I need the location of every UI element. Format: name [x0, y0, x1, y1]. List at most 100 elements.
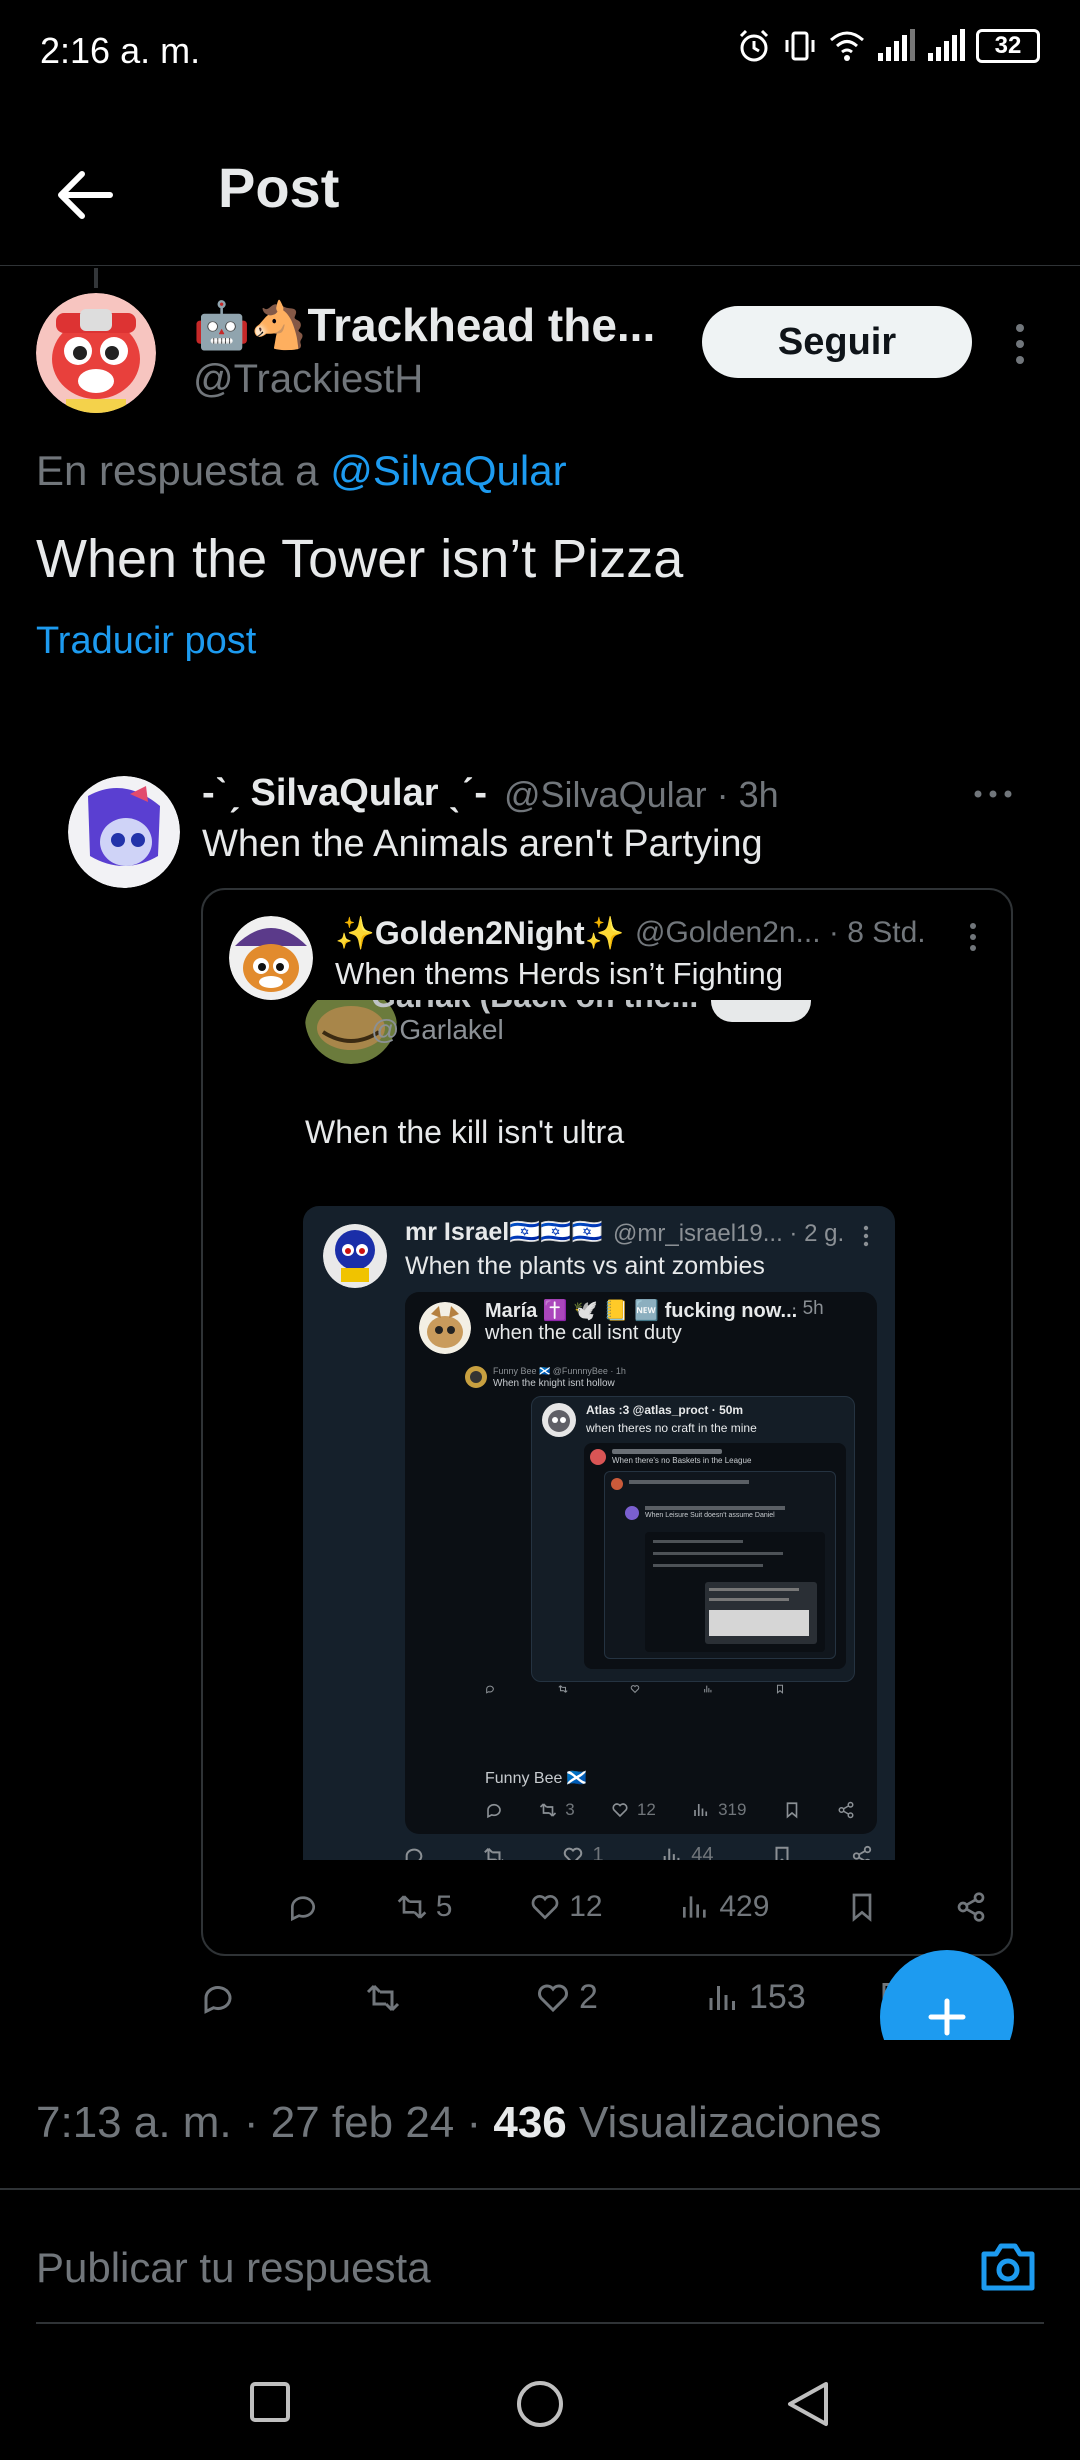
author-handle[interactable]: @TrackiestH [193, 357, 423, 402]
avatar [419, 1302, 471, 1354]
view-count: 429 [719, 1890, 770, 1923]
avatar[interactable] [68, 776, 180, 888]
quote-meta: @SilvaQular · 3h [504, 774, 779, 815]
nested-card: When Leisure Suit doesn't assume Daniel [604, 1471, 836, 1659]
nested-tiny-name: Funny Bee 🏴󠁧󠁢󠁳󠁣󠁴󠁿 @FunnnyBee · 1h [493, 1366, 626, 1376]
reply-button[interactable] [287, 1891, 319, 1923]
back-nav-icon[interactable] [786, 2380, 830, 2428]
views-icon [694, 1804, 708, 1816]
nested-avatar [611, 1478, 623, 1490]
status-icons: 32 [736, 28, 1040, 64]
post-timestamp: 7:13 a. m. · 27 feb 24 · 436 Visualizaci… [36, 2098, 881, 2148]
alarm-icon [739, 29, 769, 62]
nested-line [653, 1540, 743, 1543]
translate-link[interactable]: Traducir post [36, 620, 256, 663]
nested-line [709, 1598, 789, 1601]
nested-tiny-text: When the knight isnt hollow [493, 1378, 615, 1389]
avatar [229, 916, 313, 1000]
more-options-button[interactable] [1005, 320, 1035, 368]
nested-author-name: mr Israel🇮🇱🇮🇱🇮🇱 [405, 1218, 603, 1246]
nested-line [653, 1552, 783, 1555]
plus-icon [928, 1998, 966, 2036]
post-time-date: 7:13 a. m. · 27 feb 24 · [36, 2098, 494, 2147]
status-bar: 2:16 a. m. 32 [0, 0, 1080, 100]
embedded-text: When thems Herds isn’t Fighting [335, 956, 783, 991]
post-text: When the Tower isn’t Pizza [36, 529, 684, 589]
nested-image [709, 1610, 809, 1636]
status-time: 2:16 a. m. [40, 30, 201, 71]
view-count: 44 [691, 1844, 714, 1860]
page-title: Post [218, 156, 340, 219]
reply-context: En respuesta a @SilvaQular [36, 447, 567, 495]
more-options-button[interactable] [972, 784, 1014, 804]
divider [0, 2188, 1080, 2190]
nested-tiny-actions [485, 1684, 785, 1694]
nested-avatar [625, 1506, 639, 1520]
nested-meta: @mr_israel19... · 2 g. [613, 1220, 845, 1247]
more-horizontal-icon [974, 790, 1012, 798]
nested-text: When the plants vs aint zombies [405, 1252, 765, 1280]
like-button[interactable]: 12 [529, 1890, 603, 1924]
reply-icon [291, 1896, 315, 1922]
nested-line [709, 1588, 799, 1591]
share-icon [957, 1892, 985, 1922]
share-icon [852, 1845, 872, 1860]
nested-post-card: Atlas :3 @atlas_proct · 50m when theres … [531, 1396, 855, 1682]
bookmark-icon [852, 1893, 872, 1922]
views-button[interactable]: 429 [679, 1890, 769, 1924]
nested-name-line [612, 1449, 722, 1454]
signal-icon-2 [928, 29, 965, 61]
nested-post-actions: 3 12 319 [485, 1800, 855, 1820]
views-label: Visualizaciones [566, 2098, 882, 2147]
reply-icon [486, 1685, 494, 1694]
more-options-button[interactable] [963, 920, 983, 954]
avatar [465, 1366, 487, 1388]
reply-input[interactable]: Publicar tu respuesta [36, 2244, 431, 2292]
top-bar: Post [0, 130, 1080, 266]
retweet-icon [557, 1685, 568, 1693]
recents-icon[interactable] [250, 2382, 290, 2422]
nested-meta: · 5h [791, 1298, 824, 1319]
arrow-left-icon [58, 171, 113, 219]
bookmark-button[interactable] [846, 1891, 878, 1923]
nested-post-card: When there's no Baskets in the League Wh… [584, 1443, 846, 1669]
nested-name-line [629, 1480, 749, 1484]
nested-name-line [645, 1506, 785, 1510]
heart-icon [630, 1685, 640, 1694]
cropped-follow-button [711, 1000, 811, 1022]
share-button[interactable] [955, 1891, 987, 1923]
back-button[interactable] [52, 160, 122, 230]
thread-line [94, 268, 98, 288]
avatar [542, 1403, 576, 1437]
nested-avatar [590, 1449, 606, 1465]
system-nav-bar [0, 2360, 1080, 2460]
battery-indicator: 32 [976, 29, 1040, 63]
heart-icon [564, 1847, 583, 1860]
more-vertical-icon [1016, 324, 1024, 364]
embedded-screenshot-image[interactable]: Garlak (Back on the... @Garlakel When th… [263, 1000, 983, 1860]
nested-post-card: María ✝️ 🕊️ 📒 🆕 fucking now... · 5h when… [405, 1292, 877, 1834]
like-count: 1 [592, 1844, 604, 1860]
nested-text: When there's no Baskets in the League [612, 1456, 752, 1465]
avatar[interactable] [36, 293, 156, 413]
retweet-count: 5 [435, 1890, 453, 1923]
more-vertical-icon [970, 923, 976, 951]
embedded-post-card[interactable]: ✨Golden2Night✨ @Golden2n... · 8 Std. Whe… [201, 888, 1013, 1956]
nested-post-actions: 1 44 [403, 1844, 873, 1860]
retweet-button[interactable]: 5 [396, 1890, 453, 1924]
views-icon [683, 1896, 707, 1918]
views-count: 436 [493, 2098, 567, 2147]
view-count: 319 [718, 1800, 747, 1819]
camera-button[interactable] [976, 2236, 1040, 2300]
compose-fab[interactable] [880, 1950, 1014, 2040]
nested-author-name: María ✝️ 🕊️ 📒 🆕 fucking now... [485, 1300, 798, 1322]
bookmark-icon [775, 1846, 789, 1860]
home-icon[interactable] [516, 2380, 564, 2428]
reply-handle-link[interactable]: @SilvaQular [330, 447, 566, 494]
reply-icon [405, 1848, 423, 1860]
author-name[interactable]: 🤖🐴Trackhead the... [193, 298, 655, 353]
divider [36, 2322, 1044, 2324]
quote-author-name[interactable]: -ˋˏ SilvaQular ˎˊ- [202, 772, 487, 815]
embedded-post-actions: 5 12 429 [287, 1890, 987, 1924]
follow-button[interactable]: Seguir [702, 306, 972, 378]
